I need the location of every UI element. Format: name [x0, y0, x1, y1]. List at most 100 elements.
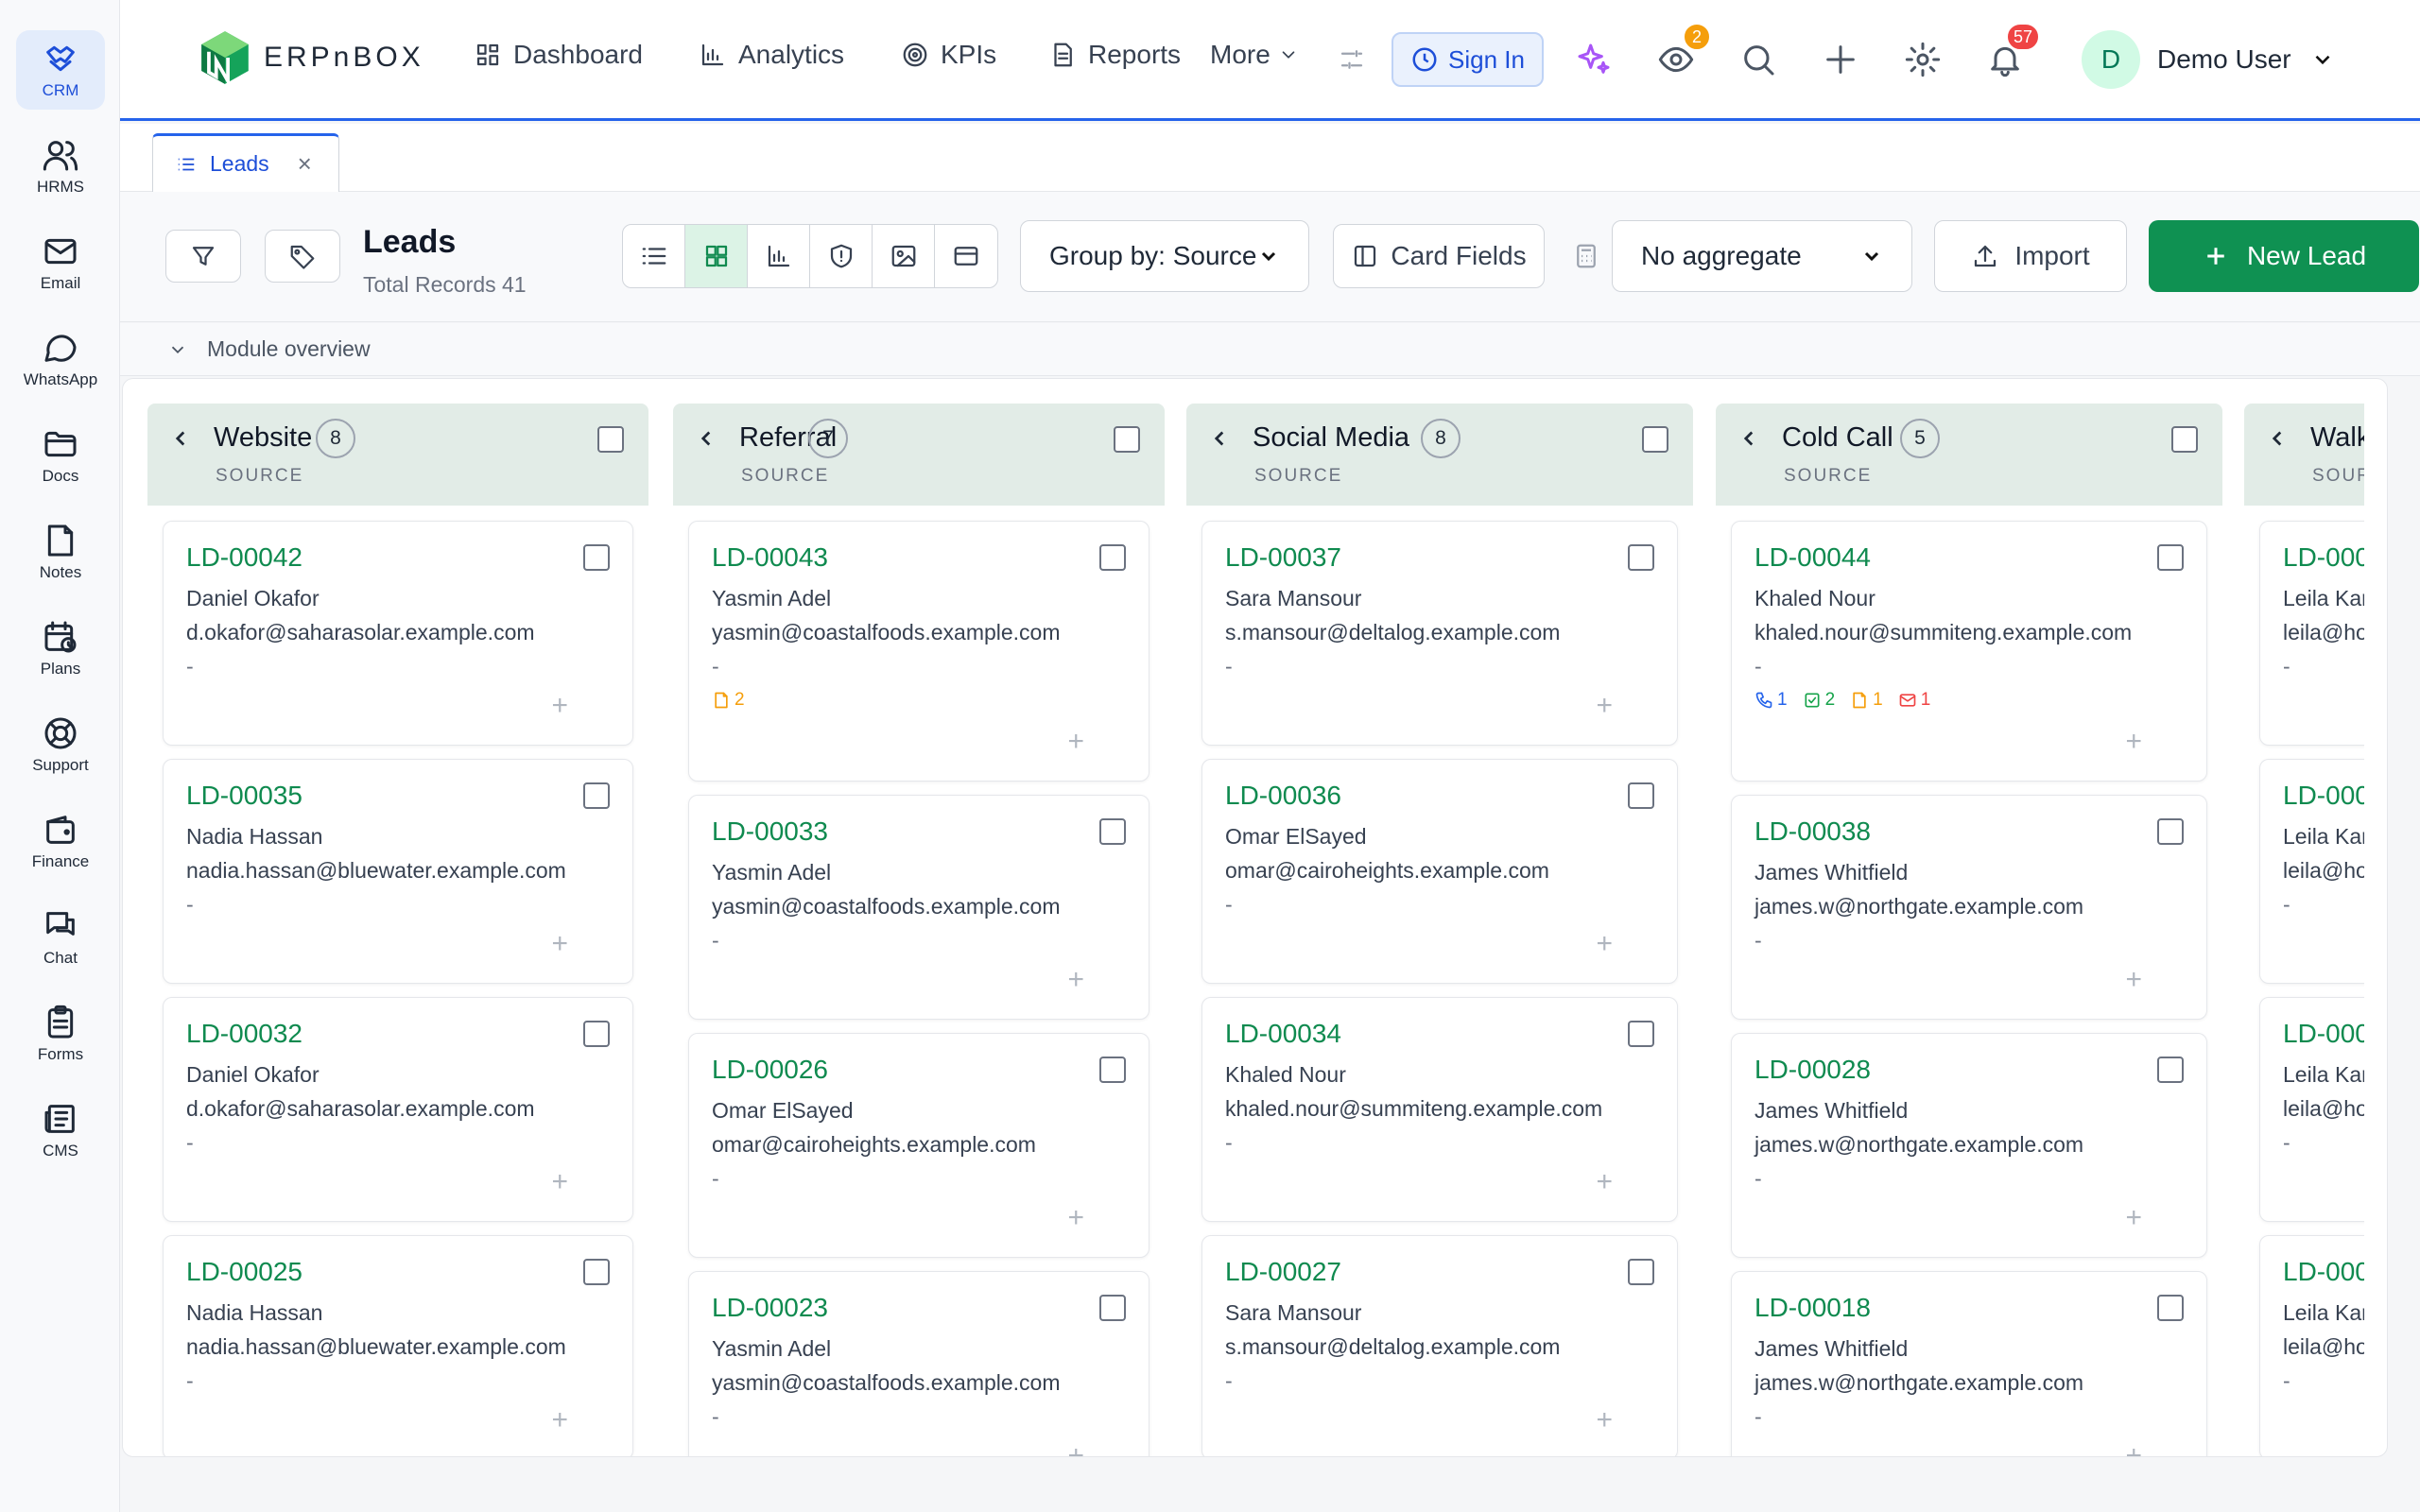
sidebar-item-plans[interactable]: Plans [16, 609, 105, 688]
app-logo[interactable]: ERPnBOX [196, 28, 424, 87]
card-select-checkbox[interactable] [1099, 544, 1126, 571]
lead-card[interactable]: LD-00036 Omar ElSayed omar@cairoheights.ex… [1201, 759, 1678, 984]
nav-more[interactable]: More [1210, 40, 1299, 70]
card-add-button[interactable]: + [551, 1404, 568, 1436]
column-select-checkbox[interactable] [597, 426, 624, 453]
chevron-left-icon[interactable] [694, 426, 718, 451]
ai-assistant-button[interactable] [1572, 38, 1616, 81]
sidebar-item-finance[interactable]: Finance [16, 801, 105, 881]
lead-card[interactable]: LD-00035 Nadia Hassan nadia.hassan@bluewat… [163, 759, 633, 984]
card-view-button[interactable] [935, 225, 997, 287]
card-fields-button[interactable]: Card Fields [1333, 224, 1545, 288]
create-button[interactable] [1819, 38, 1862, 81]
lead-card[interactable]: LD-00042 Daniel Okafor d.okafor@saharasola… [163, 521, 633, 746]
lead-card[interactable]: LD-00027 Sara Mansour s.mansour@deltalog.e… [1201, 1235, 1678, 1456]
gallery-view-button[interactable] [873, 225, 935, 287]
nav-kpis[interactable]: KPIs [901, 40, 996, 70]
lead-id-link[interactable]: LD-00018 [1754, 1293, 1871, 1323]
sidebar-item-support[interactable]: Support [16, 705, 105, 784]
sidebar-item-docs[interactable]: Docs [16, 416, 105, 495]
lead-id-link[interactable]: LD-00028 [1754, 1055, 1871, 1085]
lead-card[interactable]: LD-00023 Yasmin Adel yasmin@coastalfoods.e… [688, 1271, 1150, 1456]
sidebar-item-email[interactable]: Email [16, 223, 105, 302]
list-view-button[interactable] [623, 225, 685, 287]
lead-id-link[interactable]: LD-00027 [1225, 1257, 1341, 1287]
card-select-checkbox[interactable] [1628, 544, 1654, 571]
lead-id-link[interactable]: LD-00037 [1225, 542, 1341, 573]
card-select-checkbox[interactable] [583, 544, 610, 571]
lead-id-link[interactable]: LD-000 [2283, 781, 2364, 811]
card-add-button[interactable]: + [1596, 1404, 1613, 1436]
import-button[interactable]: Import [1934, 220, 2127, 292]
sidebar-item-forms[interactable]: Forms [16, 994, 105, 1074]
nav-analytics[interactable]: Analytics [699, 40, 844, 70]
card-add-button[interactable]: + [1067, 1202, 1084, 1234]
filter-button[interactable] [165, 230, 241, 283]
lead-id-link[interactable]: LD-00044 [1754, 542, 1871, 573]
permissions-view-button[interactable] [810, 225, 873, 287]
lead-card[interactable]: LD-00018 James Whitfield james.w@northgate… [1731, 1271, 2207, 1456]
card-select-checkbox[interactable] [583, 782, 610, 809]
note-count[interactable]: 1 [1850, 690, 1883, 711]
card-add-button[interactable]: + [1596, 690, 1613, 722]
tags-button[interactable] [265, 230, 340, 283]
call-count[interactable]: 1 [1754, 690, 1788, 711]
lead-card[interactable]: LD-00038 James Whitfield james.w@northgate… [1731, 795, 2207, 1020]
aggregate-select[interactable]: No aggregate [1612, 220, 1912, 292]
settings-button[interactable] [1901, 38, 1945, 81]
lead-id-link[interactable]: LD-000 [2283, 1257, 2364, 1287]
lead-card[interactable]: LD-00043 Yasmin Adel yasmin@coastalfoods.e… [688, 521, 1150, 782]
email-count[interactable]: 1 [1898, 690, 1930, 711]
kanban-scroll-area[interactable]: Website 8 SOURCE LD-00042 Daniel Okafor d.oka… [147, 404, 2364, 1456]
column-select-checkbox[interactable] [1114, 426, 1140, 453]
lead-card[interactable]: LD-00037 Sara Mansour s.mansour@deltalog.e… [1201, 521, 1678, 746]
watchlist-button[interactable]: 2 [1654, 23, 1711, 81]
card-select-checkbox[interactable] [1099, 1295, 1126, 1321]
card-select-checkbox[interactable] [2157, 818, 2184, 845]
lead-card[interactable]: LD-00025 Nadia Hassan nadia.hassan@bluewat… [163, 1235, 633, 1456]
lead-id-link[interactable]: LD-00034 [1225, 1019, 1341, 1049]
close-icon[interactable]: × [298, 149, 312, 179]
card-add-button[interactable]: + [1596, 928, 1613, 960]
card-add-button[interactable]: + [2125, 1202, 2142, 1234]
lead-id-link[interactable]: LD-00025 [186, 1257, 302, 1287]
lead-id-link[interactable]: LD-000 [2283, 1019, 2364, 1049]
card-add-button[interactable]: + [2125, 964, 2142, 996]
user-menu[interactable]: D Demo User [2082, 30, 2335, 89]
lead-card[interactable]: LD-00028 James Whitfield james.w@northgate… [1731, 1033, 2207, 1258]
nav-reports[interactable]: Reports [1048, 40, 1181, 70]
group-by-select[interactable]: Group by: Source [1020, 220, 1309, 292]
nav-dashboard[interactable]: Dashboard [474, 40, 643, 70]
card-add-button[interactable]: + [1067, 964, 1084, 996]
lead-card[interactable]: LD-000Leila Karleila@ho-+ [2259, 997, 2364, 1222]
sidebar-item-hrms[interactable]: HRMS [16, 127, 105, 206]
card-select-checkbox[interactable] [2157, 1295, 2184, 1321]
card-add-button[interactable]: + [551, 690, 568, 722]
lead-id-link[interactable]: LD-00036 [1225, 781, 1341, 811]
sidebar-item-whatsapp[interactable]: WhatsApp [16, 319, 105, 399]
card-select-checkbox[interactable] [1099, 1057, 1126, 1083]
notifications-button[interactable]: 57 [1983, 23, 2040, 81]
card-add-button[interactable]: + [551, 928, 568, 960]
chevron-left-icon[interactable] [2265, 426, 2290, 451]
card-add-button[interactable]: + [551, 1166, 568, 1198]
column-select-checkbox[interactable] [1642, 426, 1668, 453]
card-select-checkbox[interactable] [583, 1259, 610, 1285]
lead-card[interactable]: LD-00026 Omar ElSayed omar@cairoheights.ex… [688, 1033, 1150, 1258]
card-add-button[interactable]: + [2125, 726, 2142, 758]
card-select-checkbox[interactable] [2157, 544, 2184, 571]
lead-card[interactable]: LD-00044 Khaled Nour khaled.nour@summiteng… [1731, 521, 2207, 782]
lead-id-link[interactable]: LD-00023 [712, 1293, 828, 1323]
card-select-checkbox[interactable] [2157, 1057, 2184, 1083]
lead-id-link[interactable]: LD-00038 [1754, 816, 1871, 847]
note-count[interactable]: 2 [712, 690, 745, 711]
lead-id-link[interactable]: LD-00032 [186, 1019, 302, 1049]
kanban-view-button[interactable] [685, 225, 748, 287]
chevron-left-icon[interactable] [1207, 426, 1232, 451]
lead-id-link[interactable]: LD-000 [2283, 542, 2364, 573]
tab-leads[interactable]: Leads × [152, 133, 339, 192]
lead-id-link[interactable]: LD-00026 [712, 1055, 828, 1085]
lead-id-link[interactable]: LD-00033 [712, 816, 828, 847]
search-button[interactable] [1737, 38, 1780, 81]
column-select-checkbox[interactable] [2171, 426, 2198, 453]
